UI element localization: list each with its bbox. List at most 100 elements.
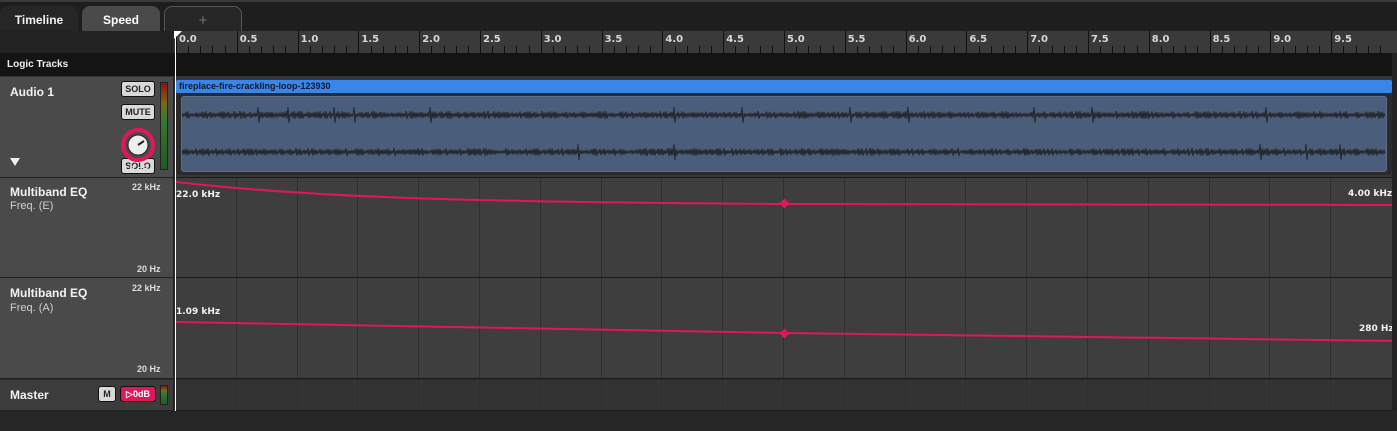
automation-point	[779, 198, 790, 209]
add-tab-button[interactable]: +	[164, 6, 242, 33]
master-gain-button[interactable]: ▷0dB	[120, 386, 156, 402]
ruler-label: 8.0	[1151, 34, 1170, 45]
automation-curve-2[interactable]	[176, 278, 1397, 379]
ruler-minor-tick	[1112, 46, 1114, 53]
ruler-minor-tick	[224, 46, 226, 53]
audio-clip[interactable]	[176, 93, 1392, 175]
grid-line	[479, 380, 480, 410]
ruler-minor-tick	[407, 46, 409, 53]
waveform-channel	[181, 143, 1386, 161]
ruler-minor-tick	[674, 46, 676, 53]
ruler-minor-tick	[759, 46, 761, 53]
audio-lane[interactable]: fireplace-fire-crackling-loop-123930	[176, 77, 1397, 178]
ruler-minor-tick	[504, 46, 506, 53]
ruler-tick	[723, 31, 725, 53]
ruler-label: 2.5	[483, 34, 501, 45]
ruler-minor-tick	[1100, 46, 1102, 53]
ruler-minor-tick	[942, 46, 944, 53]
ruler-minor-tick	[273, 46, 275, 53]
ruler-minor-tick	[686, 46, 688, 53]
automation-start-value: 1.09 kHz	[176, 307, 221, 317]
grid-line	[1269, 380, 1271, 410]
automation-track-header-1[interactable]: Multiband EQ Freq. (E) 22 kHz 20 Hz	[0, 178, 174, 278]
playhead-handle-icon[interactable]	[174, 31, 182, 39]
ruler-tick	[1027, 31, 1029, 53]
logic-tracks-header: Logic Tracks	[0, 53, 1397, 77]
ruler-minor-tick	[881, 46, 883, 53]
ruler-tick	[1088, 31, 1089, 53]
master-mute-button[interactable]: M	[98, 386, 116, 402]
audio-track-name: Audio 1	[10, 85, 54, 99]
expand-triangle-icon[interactable]	[10, 158, 20, 166]
ruler-tick	[419, 31, 421, 53]
automation-lane-1[interactable]: 22.0 kHz 4.00 kHz	[176, 178, 1397, 278]
ruler-minor-tick	[346, 46, 348, 53]
grid-line	[783, 380, 784, 410]
waveform	[181, 96, 1387, 172]
ruler-label: 4.0	[665, 34, 684, 45]
solo-button-top[interactable]: SOLO	[121, 81, 155, 97]
ruler-minor-tick	[334, 46, 336, 53]
ruler-tick	[1270, 31, 1272, 53]
ruler-tick	[905, 31, 907, 53]
ruler-minor-tick	[309, 46, 311, 53]
grid-line	[1087, 380, 1088, 410]
ruler-minor-tick	[1136, 46, 1138, 53]
tab-timeline[interactable]: Timeline	[0, 6, 78, 33]
automation-point	[779, 328, 790, 339]
ruler-minor-tick	[1002, 46, 1004, 53]
ruler-minor-tick	[771, 46, 773, 53]
ruler-tick	[1331, 31, 1333, 53]
automation-lane-2[interactable]: 1.09 kHz 280 Hz	[176, 278, 1397, 379]
ruler-minor-tick	[1294, 46, 1296, 53]
gain-knob-icon[interactable]	[120, 127, 156, 163]
ruler-spacer	[0, 31, 174, 53]
ruler-tick	[1209, 31, 1211, 53]
ruler-minor-tick	[1233, 46, 1235, 53]
ruler-label: 5.0	[787, 34, 805, 45]
ruler-minor-tick	[1343, 46, 1345, 53]
ruler-minor-tick	[613, 46, 615, 53]
vertical-scrollbar[interactable]	[1392, 53, 1397, 411]
grid-line	[296, 380, 298, 410]
ruler-minor-tick	[1075, 46, 1077, 53]
time-ruler[interactable]: 0.0 0.5 1.0 1.5 2.0 2.5 3.0 3.5 4.0 4.5 5.0 5.5 6.0 6…	[0, 31, 1397, 53]
waveform-channel	[181, 106, 1386, 124]
ruler-minor-tick	[565, 46, 567, 53]
ruler-minor-tick	[1367, 46, 1369, 53]
playhead[interactable]	[175, 31, 176, 411]
grid-line	[418, 380, 420, 410]
ruler-minor-tick	[747, 46, 749, 53]
logic-tracks-title: Logic Tracks	[7, 59, 69, 70]
ruler-label: 3.0	[543, 34, 562, 45]
ruler-minor-tick	[577, 46, 579, 53]
ruler-label: 2.0	[422, 34, 440, 45]
ruler-minor-tick	[467, 46, 469, 53]
ruler-minor-tick	[431, 46, 433, 53]
mute-button[interactable]: MUTE	[121, 104, 155, 120]
ruler-minor-tick	[1355, 46, 1357, 53]
clip-title[interactable]: fireplace-fire-crackling-loop-123930	[176, 80, 1392, 93]
ruler-minor-tick	[796, 46, 798, 53]
grid-line	[1147, 380, 1149, 410]
ruler-minor-tick	[492, 46, 494, 53]
ruler-tick	[601, 31, 603, 53]
grid-line	[357, 380, 359, 410]
master-lane[interactable]	[176, 380, 1397, 411]
ruler-minor-tick	[248, 46, 250, 53]
ruler-tick	[1148, 31, 1150, 53]
ruler-minor-tick	[370, 46, 372, 53]
grid-line	[965, 380, 967, 410]
grid-line	[904, 380, 906, 410]
master-level-meter	[160, 385, 168, 405]
master-track-header[interactable]: Master M ▷0dB	[0, 380, 174, 411]
grid-line	[722, 380, 724, 410]
ruler-minor-tick	[285, 46, 287, 53]
automation-curve-1[interactable]	[176, 178, 1397, 278]
tab-speed[interactable]: Speed	[82, 6, 160, 33]
ruler-tick	[297, 31, 299, 53]
automation-track-header-2[interactable]: Multiband EQ Freq. (A) 22 kHz 20 Hz	[0, 278, 174, 379]
audio-track-header[interactable]: Audio 1 SOLO SOLO MUTE 0.0 dB	[0, 77, 174, 178]
grid-line	[661, 380, 663, 410]
ruler-label: 6.5	[969, 34, 988, 45]
